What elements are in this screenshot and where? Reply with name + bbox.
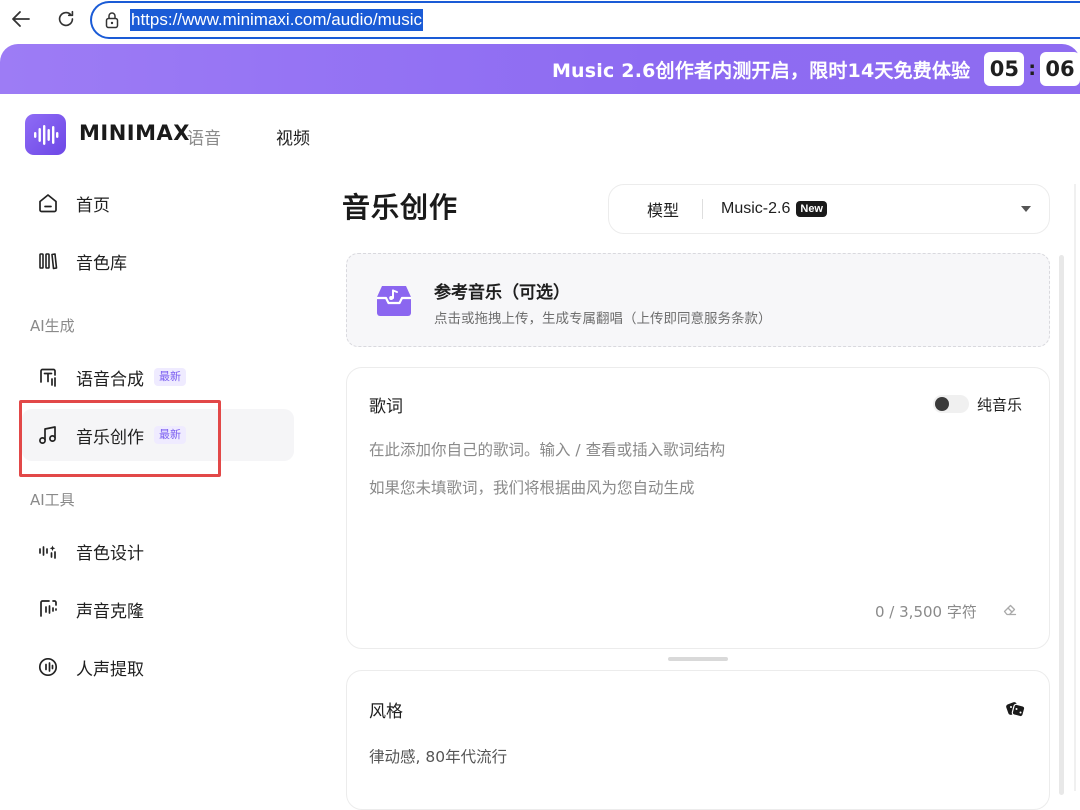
lyrics-title: 歌词 [369,397,403,417]
text-to-speech-icon [36,365,60,389]
browser-toolbar: https://www.minimaxi.com/audio/music [0,0,1080,40]
pure-music-label[interactable]: 纯音乐 [977,394,1022,415]
model-select[interactable]: 模型 Music-2.6 New [608,184,1050,234]
sidebar-group-ai-tools: AI工具 [30,491,75,509]
sidebar-item-voice-design[interactable]: 音色设计 [22,525,294,577]
lyrics-card: 歌词 纯音乐 在此添加你自己的歌词。输入 / 查看或插入歌词结构 如果您未填歌词… [346,367,1050,649]
voice-clone-icon [36,597,60,621]
sidebar-item-vocal-extraction[interactable]: 人声提取 [22,641,294,693]
resize-handle[interactable] [668,657,728,661]
sidebar-item-voice-clone[interactable]: 声音克隆 [22,583,294,635]
sidebar-group-ai-generation: AI生成 [30,317,75,335]
home-icon [36,191,60,215]
brand-logo-icon[interactable] [25,114,66,155]
countdown-separator: : [1028,58,1036,80]
model-value: Music-2.6 [721,200,791,217]
voice-library-icon [36,249,60,273]
lyrics-input-placeholder[interactable]: 在此添加你自己的歌词。输入 / 查看或插入歌词结构 [369,438,725,460]
style-card: 风格 律动感, 80年代流行 [346,670,1050,810]
brand-name[interactable]: MINIMAX [79,121,190,145]
annotation-highlight-box [19,400,221,477]
eraser-icon[interactable] [1002,601,1018,617]
sidebar-item-text-to-speech[interactable]: 语音合成 最新 [22,351,294,403]
sidebar-item-label: 首页 [76,195,110,216]
countdown-hours: 05 [984,52,1025,86]
banner-text: Music 2.6创作者内测开启，限时14天免费体验 [551,59,971,82]
lock-icon [105,12,119,29]
sidebar-item-label: 音色库 [76,253,127,274]
sidebar-item-label: 语音合成 [76,369,144,390]
sidebar-item-label: 人声提取 [76,659,144,680]
style-value[interactable]: 律动感, 80年代流行 [369,745,507,767]
countdown-minutes: 06 [1040,52,1080,86]
style-title: 风格 [369,702,403,722]
reload-icon [58,10,74,27]
sidebar-item-label: 声音克隆 [76,601,144,622]
upload-title: 参考音乐（可选） [434,283,570,303]
chevron-down-icon[interactable] [1021,206,1031,212]
back-button[interactable] [8,6,34,32]
reference-music-upload[interactable]: 参考音乐（可选） 点击或拖拽上传，生成专属翻唱（上传即同意服务条款） [346,253,1050,347]
url-text[interactable]: https://www.minimaxi.com/audio/music [130,9,423,31]
dice-icon[interactable] [1005,697,1027,719]
page-title: 音乐创作 [342,191,459,224]
top-nav-video[interactable]: 视频 [276,124,310,149]
sidebar-item-label: 音色设计 [76,543,144,564]
sidebar-item-voice-library[interactable]: 音色库 [22,235,294,287]
brand-sub-nav-audio[interactable]: 语音 [187,124,221,149]
sidebar-item-home[interactable]: 首页 [22,177,294,229]
scrollbar[interactable] [1059,255,1064,795]
reload-button[interactable] [53,6,79,32]
voice-design-icon [36,539,60,563]
upload-description: 点击或拖拽上传，生成专属翻唱（上传即同意服务条款） [434,311,772,327]
toggle-knob [935,397,949,411]
vocal-extract-icon [36,655,60,679]
divider [702,199,704,219]
waveform-icon [33,124,58,145]
new-badge: New [796,201,827,217]
character-count: 0 / 3,500 字符 [875,603,977,621]
promo-banner[interactable]: Music 2.6创作者内测开启，限时14天免费体验 05 : 06 [0,44,1080,94]
address-bar[interactable]: https://www.minimaxi.com/audio/music [90,1,1080,39]
new-badge: 最新 [154,368,186,386]
model-label: 模型 [647,201,680,220]
arrow-left-icon [12,11,30,27]
panel-divider [1074,184,1076,791]
lyrics-input-hint[interactable]: 如果您未填歌词，我们将根据曲风为您自动生成 [369,476,695,498]
pure-music-toggle[interactable] [933,395,969,413]
upload-music-icon [377,286,411,316]
